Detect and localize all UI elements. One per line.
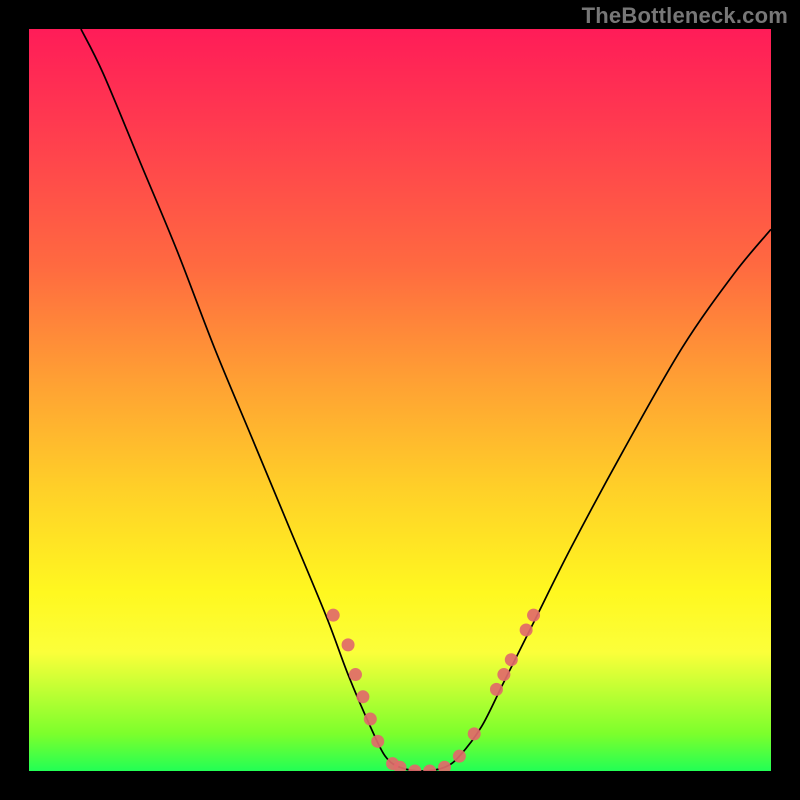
curve-marker — [364, 713, 377, 726]
curve-marker — [497, 668, 510, 681]
curve-markers — [327, 609, 540, 771]
curve-marker — [468, 727, 481, 740]
plot-area — [29, 29, 771, 771]
curve-marker — [356, 690, 369, 703]
attribution-watermark: TheBottleneck.com — [582, 3, 788, 29]
curve-marker — [453, 750, 466, 763]
bottleneck-curve — [81, 29, 771, 771]
curve-marker — [527, 609, 540, 622]
curve-marker — [520, 624, 533, 637]
curve-marker — [423, 765, 436, 772]
curve-marker — [490, 683, 503, 696]
curve-marker — [438, 761, 451, 771]
chart-container: TheBottleneck.com — [0, 0, 800, 800]
curve-marker — [505, 653, 518, 666]
curve-marker — [349, 668, 362, 681]
curve-marker — [371, 735, 384, 748]
curve-marker — [327, 609, 340, 622]
curve-marker — [408, 765, 421, 772]
curve-marker — [342, 638, 355, 651]
curve-layer — [29, 29, 771, 771]
